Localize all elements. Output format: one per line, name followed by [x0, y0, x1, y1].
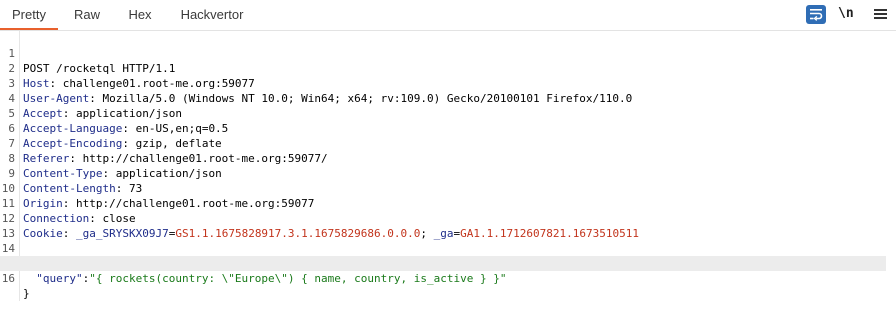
- tab-raw[interactable]: Raw: [64, 0, 110, 30]
- body-line: 15 "query":"{ rockets(country: \"Europe\…: [0, 241, 896, 285]
- request-line: 1 POST /rocketql HTTP/1.1: [0, 31, 896, 75]
- header-line: 9 Content-Length: 73: [0, 151, 896, 195]
- header-line: 3 User-Agent: Mozilla/5.0 (Windows NT 10…: [0, 61, 896, 105]
- line-number: 16: [1, 272, 15, 285]
- show-newlines-button[interactable]: \n: [838, 4, 854, 24]
- blank-line: 13: [0, 211, 896, 240]
- header-line: 10 Origin: http://challenge01.root-me.or…: [1, 182, 315, 210]
- json-string-value: "{ rockets(country: \"Europe\") { name, …: [89, 272, 507, 285]
- request-editor[interactable]: 1 POST /rocketql HTTP/1.1 2 Host: challe…: [0, 31, 896, 301]
- tab-hackvertor[interactable]: Hackvertor: [172, 0, 252, 30]
- tab-hex[interactable]: Hex: [120, 0, 160, 30]
- header-line: 11 Connection: close: [1, 197, 136, 225]
- json-key: "query": [36, 272, 83, 285]
- header-line: 8 Content-Type: application/json: [0, 136, 896, 180]
- word-wrap-icon: [810, 9, 823, 21]
- body-line-current: 16 }: [0, 256, 886, 300]
- header-line: 2 Host: challenge01.root-me.org:59077: [0, 46, 896, 90]
- header-line: 4 Accept: application/json: [0, 76, 896, 120]
- header-line: 7 Referer: http://challenge01.root-me.or…: [0, 121, 896, 165]
- cookie-line: 12 Cookie: _ga_SRYSKX09J7=GS1.1.16758289…: [1, 212, 639, 240]
- header-line: 5 Accept-Language: en-US,en;q=0.5: [0, 91, 896, 135]
- tab-pretty[interactable]: Pretty: [0, 0, 58, 30]
- header-line: 6 Accept-Encoding: gzip, deflate: [0, 106, 896, 150]
- message-editor-tabs: Pretty Raw Hex Hackvertor \n: [0, 0, 896, 30]
- body-line: 14 {: [0, 226, 896, 270]
- editor-menu-button[interactable]: [870, 4, 890, 24]
- json-close-brace: }: [23, 287, 30, 300]
- word-wrap-button[interactable]: [806, 5, 826, 24]
